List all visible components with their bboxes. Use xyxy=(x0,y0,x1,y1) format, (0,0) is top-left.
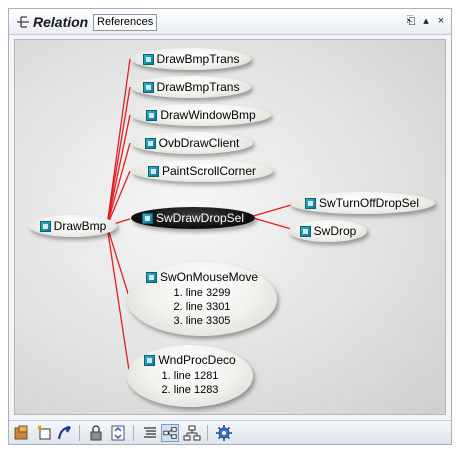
sync-icon[interactable] xyxy=(109,424,127,442)
edge-line xyxy=(106,114,131,227)
graph-view-icon[interactable] xyxy=(161,424,179,442)
toolbar-divider xyxy=(207,425,208,441)
reference-line[interactable]: 2. line 3301 xyxy=(174,300,231,314)
function-icon xyxy=(304,197,316,209)
close-icon[interactable]: × xyxy=(435,15,447,27)
title-bar: Relation References ⎗ ▴ × xyxy=(9,9,451,35)
node-child[interactable]: OvbDrawClient xyxy=(131,132,253,154)
function-icon xyxy=(146,109,158,121)
dock-icon[interactable]: ▴ xyxy=(420,15,432,27)
reference-list: 1. line 3299 2. line 3301 3. line 3305 xyxy=(174,286,231,328)
node-child-references[interactable]: WndProcDeco 1. line 1281 2. line 1283 xyxy=(127,345,253,407)
node-grandchild[interactable]: SwTurnOffDropSel xyxy=(289,192,435,214)
function-icon xyxy=(299,225,311,237)
reference-line[interactable]: 1. line 3299 xyxy=(174,286,231,300)
edge-line xyxy=(106,225,131,301)
node-child[interactable]: DrawWindowBmp xyxy=(131,104,271,126)
node-selected[interactable]: SwDrawDropSel xyxy=(131,207,255,229)
relation-graph-canvas[interactable]: DrawBmp DrawBmpTrans DrawBmpTrans DrawWi… xyxy=(14,39,446,415)
settings-icon[interactable] xyxy=(215,424,233,442)
tab-references[interactable]: References xyxy=(93,14,158,31)
node-grandchild[interactable]: SwDrop xyxy=(289,220,367,242)
edge-line xyxy=(106,58,131,227)
reference-line[interactable]: 3. line 3305 xyxy=(174,314,231,328)
function-icon xyxy=(142,53,154,65)
function-icon xyxy=(144,354,156,366)
function-icon xyxy=(39,220,51,232)
toolbar-divider xyxy=(133,425,134,441)
function-icon xyxy=(142,81,154,93)
export-icon[interactable] xyxy=(13,424,31,442)
pin-icon[interactable]: ⎗ xyxy=(405,15,417,27)
tree-view-icon[interactable] xyxy=(183,424,201,442)
function-icon xyxy=(144,137,156,149)
reference-line[interactable]: 1. line 1281 xyxy=(162,369,219,383)
function-icon xyxy=(145,271,157,283)
bottom-toolbar xyxy=(9,420,451,444)
window-title: Relation xyxy=(33,14,89,30)
reference-line[interactable]: 2. line 1283 xyxy=(162,383,219,397)
relation-icon xyxy=(17,16,29,28)
node-child-references[interactable]: SwOnMouseMove 1. line 3299 2. line 3301 … xyxy=(127,262,277,336)
refresh-icon[interactable] xyxy=(55,424,73,442)
new-window-icon[interactable] xyxy=(35,424,53,442)
function-icon xyxy=(147,165,159,177)
toolbar-divider xyxy=(79,425,80,441)
lock-icon[interactable] xyxy=(87,424,105,442)
list-view-icon[interactable] xyxy=(141,424,159,442)
reference-list: 1. line 1281 2. line 1283 xyxy=(162,369,219,397)
function-icon xyxy=(141,212,153,224)
node-child[interactable]: DrawBmpTrans xyxy=(131,48,251,70)
relation-window: Relation References ⎗ ▴ × DrawBmp DrawBm… xyxy=(8,8,452,445)
node-child[interactable]: PaintScrollCorner xyxy=(131,160,273,182)
node-child[interactable]: DrawBmpTrans xyxy=(131,76,251,98)
node-root[interactable]: DrawBmp xyxy=(29,215,117,237)
